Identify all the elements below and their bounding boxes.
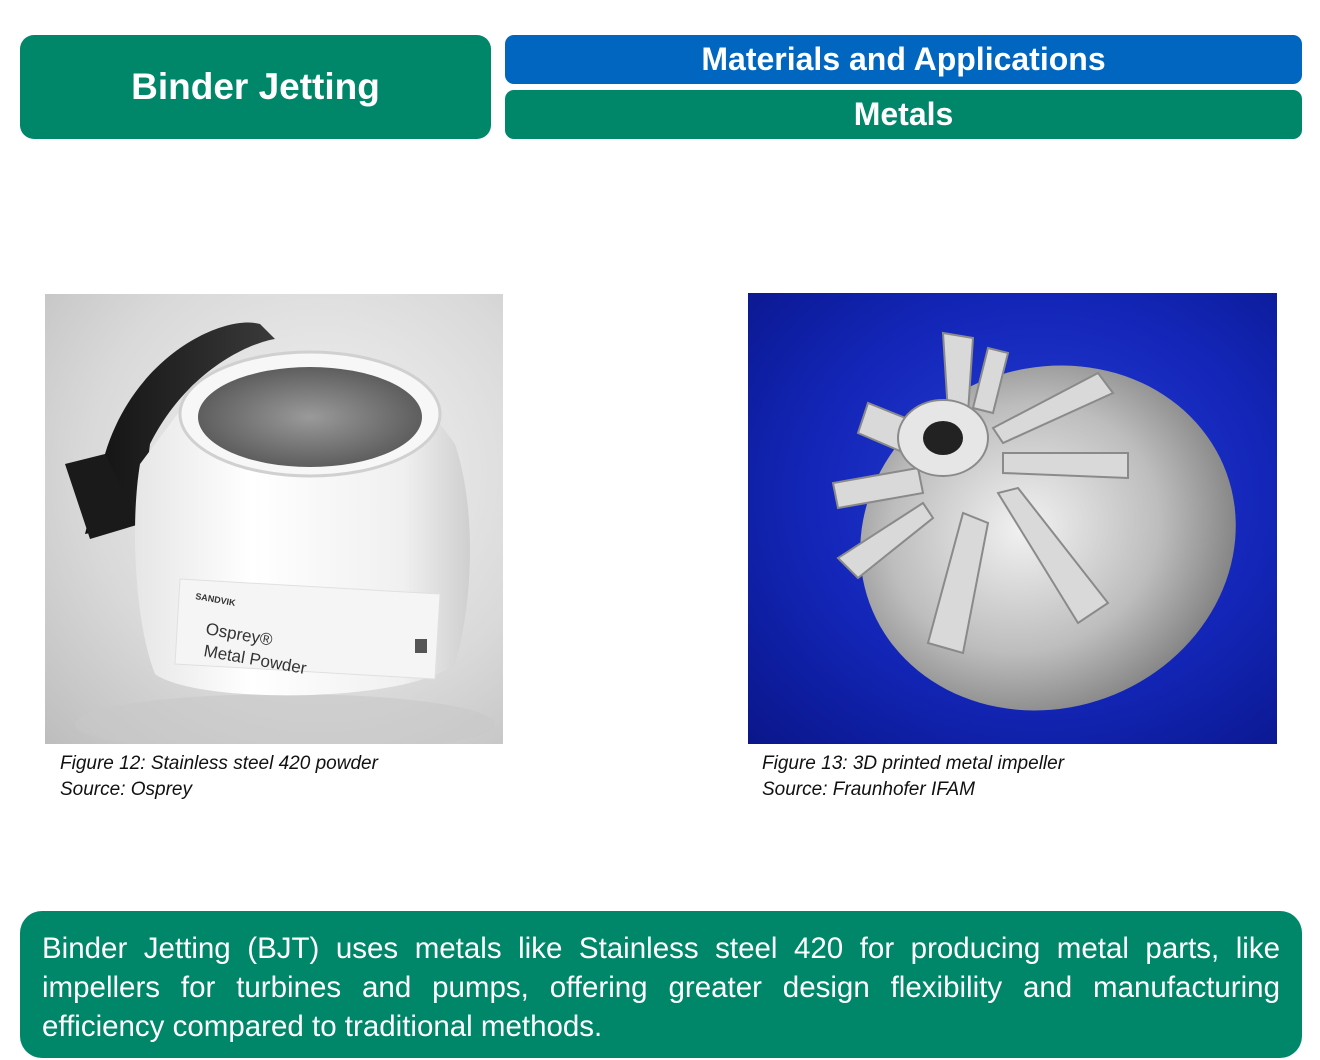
subsection-header-text: Metals bbox=[853, 96, 954, 132]
page-title: Binder Jetting bbox=[20, 35, 491, 139]
figure-13-caption-text: Figure 13: 3D printed metal impeller bbox=[762, 753, 1065, 774]
slide-page: Binder Jetting Materials and Application… bbox=[0, 0, 1320, 1060]
section-header-text: Materials and Applications bbox=[701, 41, 1106, 77]
figure-12-source-text: Source: Osprey bbox=[60, 779, 192, 800]
section-header: Materials and Applications bbox=[505, 35, 1302, 84]
impeller-photo bbox=[748, 293, 1277, 744]
powder-jar-illustration: SANDVIK Osprey® Metal Powder bbox=[65, 322, 495, 744]
summary-box: Binder Jetting (BJT) uses metals like St… bbox=[20, 911, 1302, 1058]
figure-12-caption: Figure 12: Stainless steel 420 powder So… bbox=[60, 751, 378, 803]
summary-text: Binder Jetting (BJT) uses metals like St… bbox=[42, 932, 1280, 1043]
page-title-text: Binder Jetting bbox=[131, 66, 380, 107]
powder-jar-photo: SANDVIK Osprey® Metal Powder bbox=[45, 294, 503, 744]
figure-13-caption: Figure 13: 3D printed metal impeller Sou… bbox=[762, 751, 1064, 803]
subsection-header: Metals bbox=[505, 90, 1302, 139]
figure-13-source-text: Source: Fraunhofer IFAM bbox=[762, 779, 975, 800]
figure-12-caption-text: Figure 12: Stainless steel 420 powder bbox=[60, 753, 378, 774]
impeller-illustration bbox=[831, 331, 1236, 711]
